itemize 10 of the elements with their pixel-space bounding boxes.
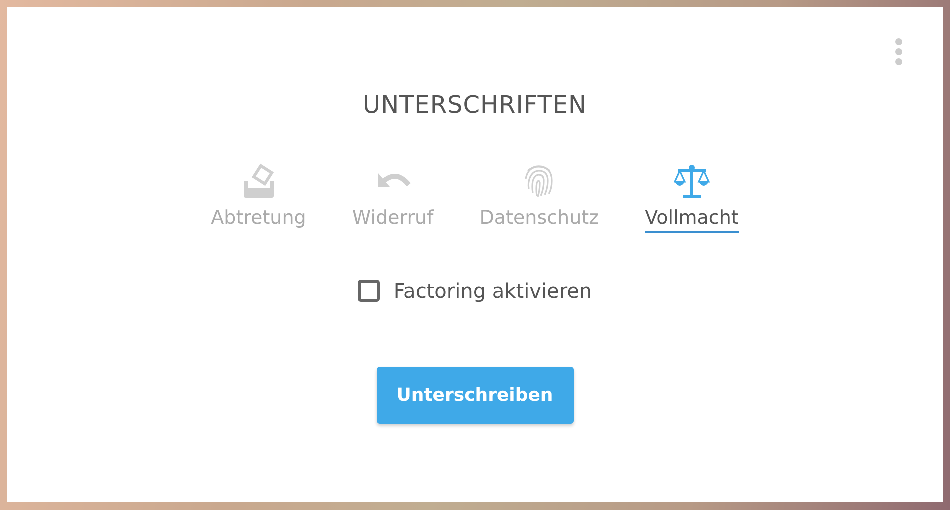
sign-button[interactable]: Unterschreiben	[376, 367, 574, 424]
dialog-title: UNTERSCHRIFTEN	[363, 91, 587, 119]
scale-icon	[674, 163, 710, 199]
checkbox-label: Factoring aktivieren	[394, 279, 592, 303]
signature-tab[interactable]: Widerruf	[352, 163, 434, 233]
eraser-icon	[242, 163, 276, 199]
signature-tab[interactable]: Abtretung	[211, 163, 306, 233]
signature-tab[interactable]: Datenschutz	[480, 163, 600, 233]
checkbox[interactable]	[358, 280, 380, 302]
signature-tab[interactable]: Vollmacht	[645, 163, 739, 233]
